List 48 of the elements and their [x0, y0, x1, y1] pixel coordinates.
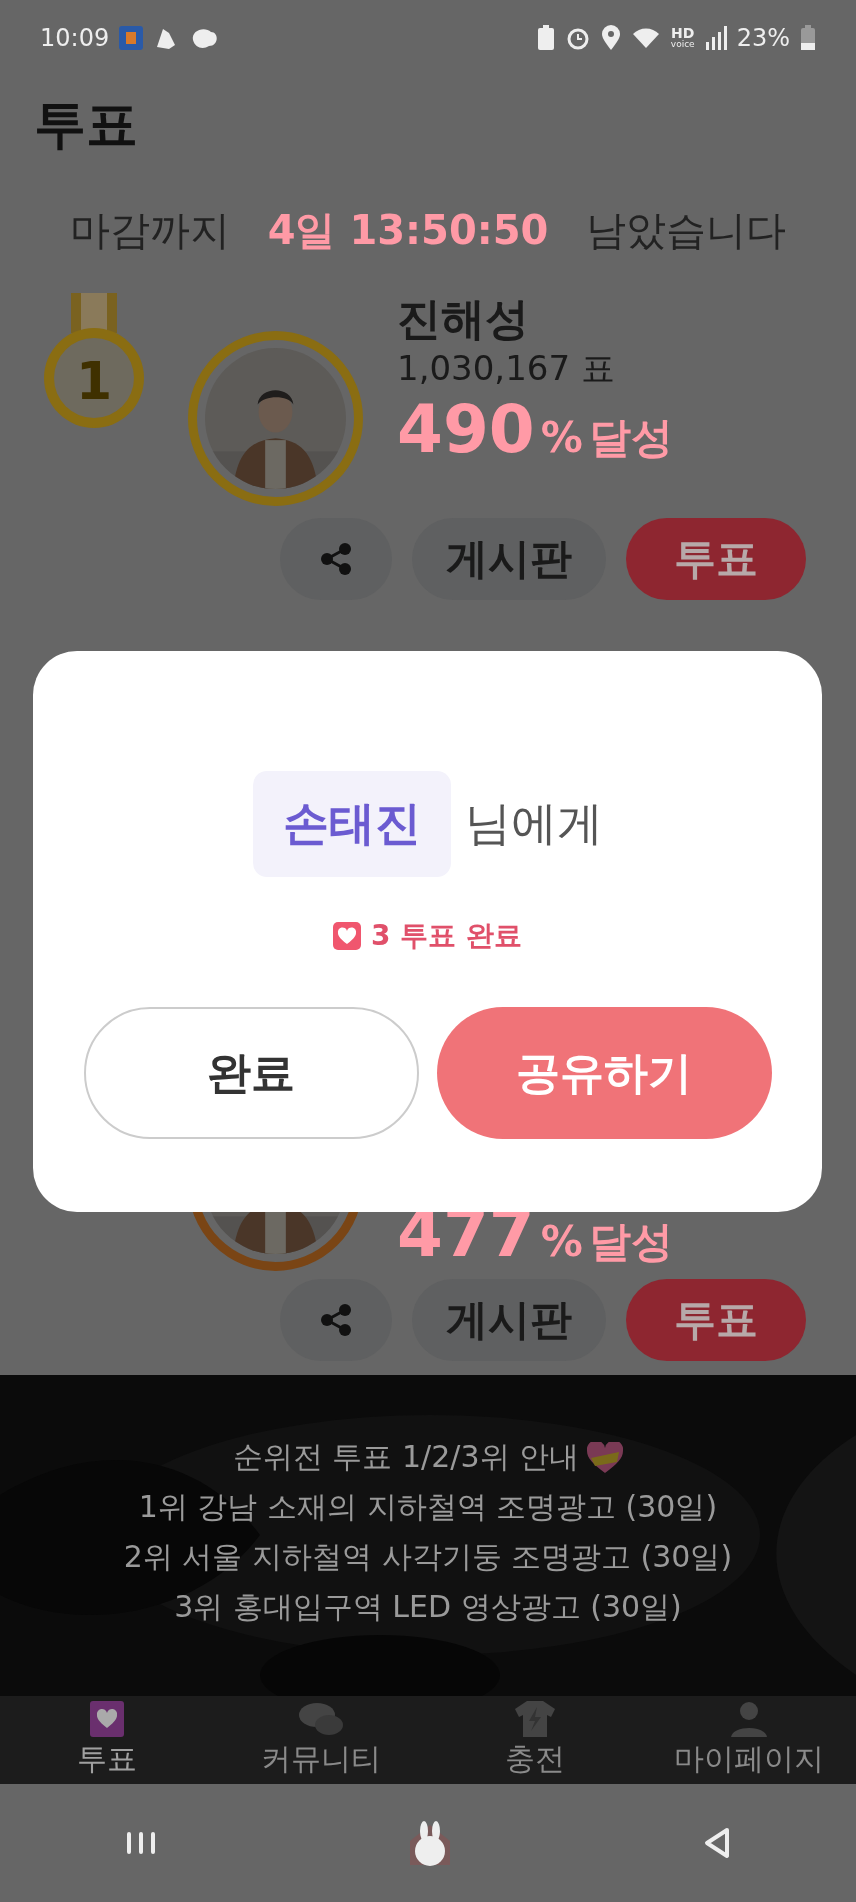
vote-count: 1,030,167 표	[397, 346, 616, 390]
chat-icon	[297, 1700, 345, 1737]
share-icon	[319, 542, 353, 576]
banner-heading: 순위전 투표 1/2/3위 안내	[232, 1438, 580, 1476]
recent-apps-icon[interactable]	[124, 1830, 157, 1856]
hd-label: HD	[671, 26, 695, 40]
rank-number: 1	[74, 351, 114, 411]
recipient-name: 손태진	[252, 771, 451, 877]
battery-saver-icon	[536, 24, 555, 51]
deadline-label: 마감까지	[69, 205, 230, 255]
percent-value: 490	[397, 390, 535, 470]
app-icon	[119, 25, 144, 50]
share-button[interactable]: 공유하기	[436, 1007, 772, 1139]
nav-tab[interactable]: 마이페이지	[649, 1699, 849, 1781]
achieved-label: 달성	[588, 412, 673, 464]
done-button[interactable]: 완료	[83, 1007, 419, 1139]
candidate-name: 진해성	[397, 293, 530, 346]
battery-percent: 23%	[736, 23, 790, 52]
signal-icon	[704, 25, 727, 50]
wifi-icon	[630, 25, 661, 50]
percent-sign: %	[540, 413, 583, 462]
voice-label: voice	[670, 40, 695, 49]
clock-time: 10:09	[40, 23, 110, 52]
nav-tab[interactable]: 투표	[7, 1699, 207, 1781]
recipient-suffix: 님에게	[464, 795, 603, 852]
nav-tab[interactable]: 커뮤니티	[221, 1699, 421, 1781]
remaining-label: 남았습니다	[586, 205, 787, 255]
vote-button[interactable]: 투표	[626, 518, 806, 600]
page-title: 투표	[34, 93, 138, 156]
battery-icon	[800, 24, 816, 51]
location-icon	[600, 24, 621, 51]
nav-tab[interactable]: 충전	[435, 1699, 635, 1781]
percent-sign: %	[540, 1217, 583, 1267]
person-icon	[731, 1700, 767, 1737]
banner-line: 2위 서울 지하철역 사각기둥 조명광고 (30일)	[123, 1538, 733, 1576]
achieved-label: 달성	[588, 1216, 673, 1269]
banner-line: 1위 강남 소재의 지하철역 조명광고 (30일)	[138, 1488, 718, 1526]
banner-line: 3위 홍대입구역 LED 영상광고 (30일)	[174, 1588, 682, 1626]
vote-button[interactable]: 투표	[626, 1279, 806, 1361]
board-button[interactable]: 게시판	[412, 1279, 606, 1361]
back-icon[interactable]	[703, 1827, 732, 1859]
shirt-bolt-icon	[515, 1700, 555, 1737]
vote-result: 3 투표 완료	[371, 918, 522, 954]
share-icon	[319, 1303, 353, 1337]
board-button[interactable]: 게시판	[412, 518, 606, 600]
countdown-timer: 4일 13:50:50	[267, 205, 549, 255]
heart-icon	[587, 1441, 624, 1474]
heart-card-icon	[90, 1700, 124, 1737]
